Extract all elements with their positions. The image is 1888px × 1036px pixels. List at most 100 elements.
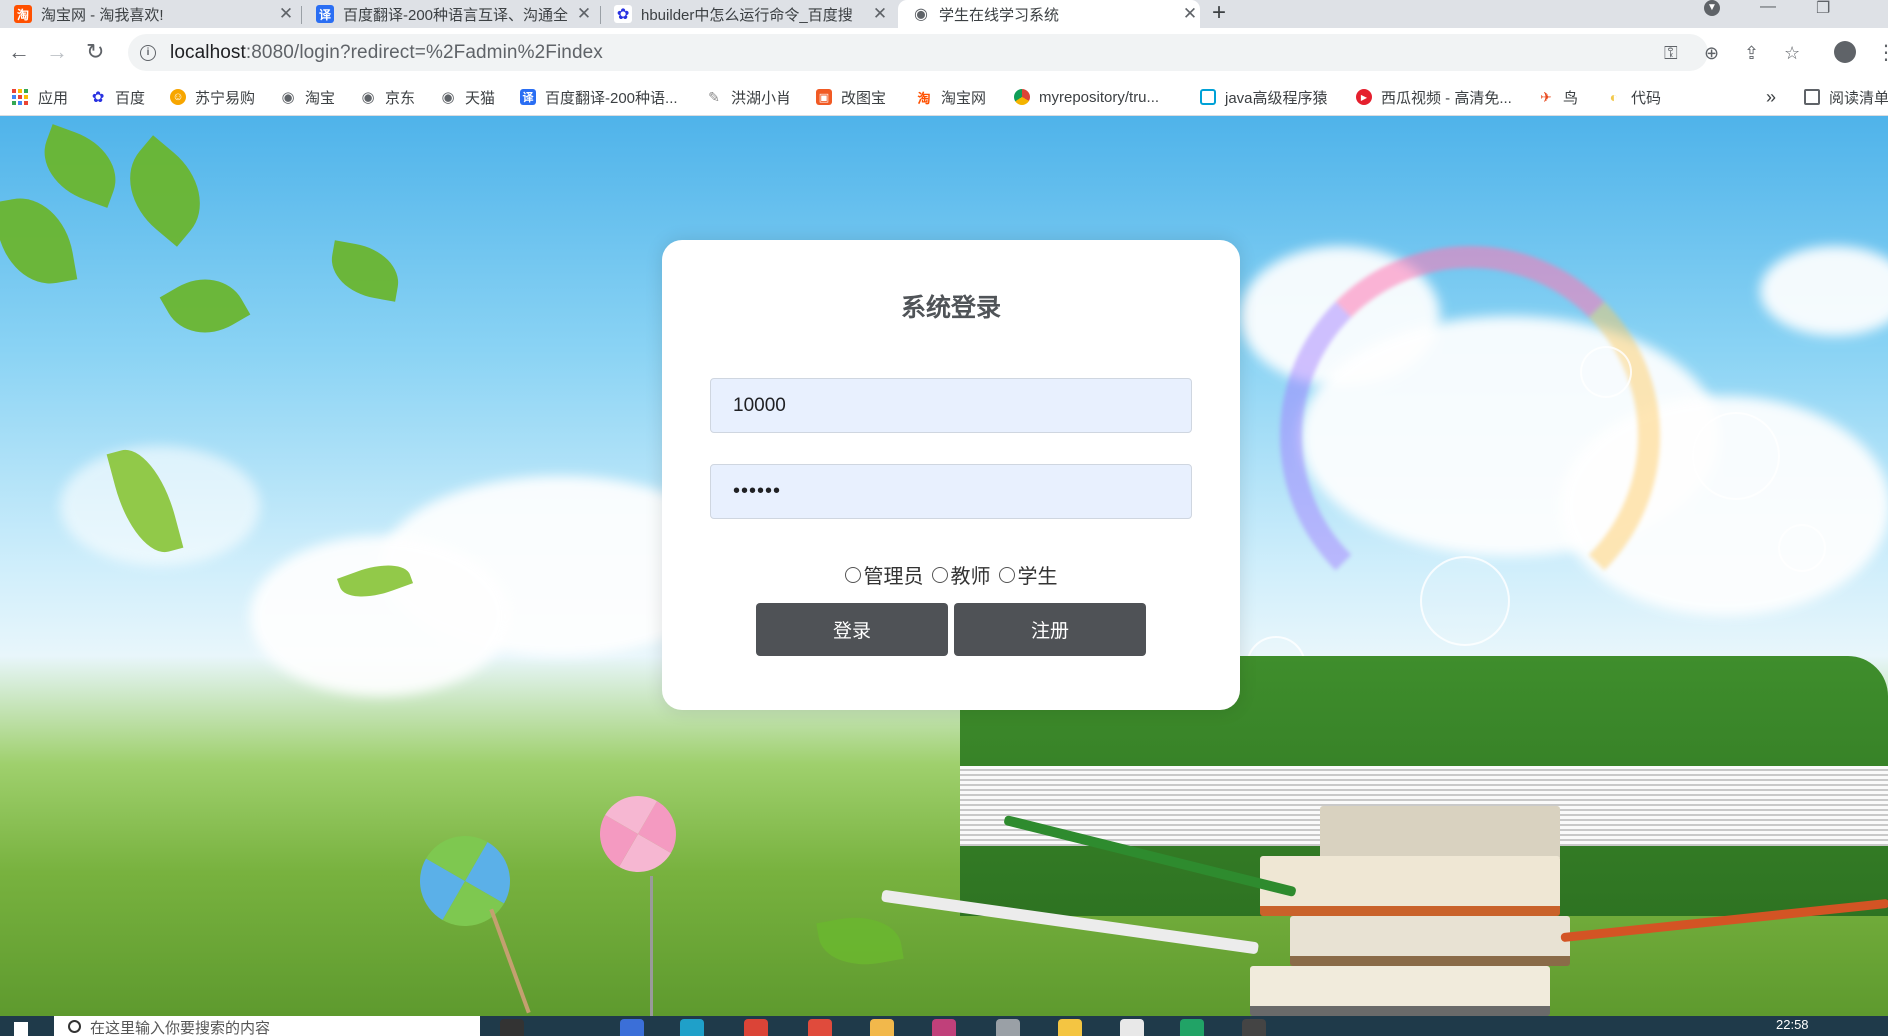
new-tab-button[interactable]: + (1212, 0, 1226, 27)
bookmark-gaitubao[interactable]: ▣ 改图宝 (816, 78, 886, 116)
username-input[interactable]: 10000 (710, 378, 1192, 433)
radio-button[interactable] (931, 566, 948, 583)
forward-button[interactable]: → (46, 40, 68, 64)
radio-button[interactable] (844, 566, 861, 583)
close-icon[interactable]: ✕ (870, 4, 890, 24)
taskbar-app-icon[interactable] (996, 1019, 1020, 1036)
tab-student-system[interactable]: ◉ 学生在线学习系统 ✕ (898, 0, 1200, 28)
browser-toolbar: ← → ↻ i localhost:8080/login?redirect=%2… (0, 28, 1888, 78)
login-card: 系统登录 10000 •••••• 管理员 教师 学生 登录 注册 (662, 240, 1240, 710)
tab-baidu-search[interactable]: ✿ hbuilder中怎么运行命令_百度搜 ✕ (614, 0, 890, 28)
tab-title: 百度翻译-200种语言互译、沟通全 (343, 6, 569, 24)
url-text[interactable]: localhost:8080/login?redirect=%2Fadmin%2… (170, 42, 603, 64)
close-icon[interactable]: ✕ (1180, 4, 1200, 24)
radio-button[interactable] (998, 566, 1015, 583)
role-admin-option[interactable]: 管理员 (844, 560, 924, 589)
tab-taobao[interactable]: 淘 淘宝网 - 淘我喜欢! ✕ (14, 0, 296, 28)
bookmark-baidu[interactable]: ✿ 百度 (90, 78, 145, 116)
taskbar-app-icon[interactable] (620, 1019, 644, 1036)
menu-icon[interactable]: ⋮ (1876, 40, 1888, 65)
bookmark-label: 京东 (385, 89, 416, 107)
folder-icon: ◐ (1609, 89, 1619, 105)
taskbar-app-icon[interactable] (1180, 1019, 1204, 1036)
role-label: 教师 (950, 566, 991, 588)
bookmark-niao[interactable]: ✈ 鸟 (1538, 78, 1578, 116)
reload-button[interactable]: ↻ (86, 40, 104, 64)
globe-icon: ◉ (361, 89, 375, 106)
register-button[interactable]: 注册 (954, 603, 1146, 656)
taskbar-app-icon[interactable] (1120, 1019, 1144, 1036)
bookmark-label: 百度 (115, 89, 146, 107)
share-icon[interactable]: ⇪ (1744, 43, 1759, 64)
bookmark-label: 代码 (1631, 89, 1662, 107)
password-input[interactable]: •••••• (710, 464, 1192, 519)
xigua-icon: ▶ (1356, 89, 1372, 105)
taskbar-app-icon[interactable] (1242, 1019, 1266, 1036)
bookmark-baidu-translate[interactable]: 译 百度翻译-200种语... (520, 78, 678, 116)
role-student-option[interactable]: 学生 (998, 560, 1058, 589)
task-view-icon[interactable] (500, 1019, 524, 1036)
minimize-button[interactable]: — (1760, 0, 1776, 16)
tab-title: 淘宝网 - 淘我喜欢! (41, 6, 164, 24)
reading-list-button[interactable]: 阅读清单 (1804, 78, 1888, 116)
taskbar-clock[interactable]: 22:58 (1776, 1017, 1809, 1032)
bookmark-label: 苏宁易购 (195, 89, 256, 107)
bookmark-honghu[interactable]: ✎ 洪湖小肖 (706, 78, 791, 116)
bookmark-java[interactable]: java高级程序猿 (1200, 78, 1328, 116)
login-title: 系统登录 (900, 294, 1001, 322)
key-icon[interactable]: ⚿ (1664, 43, 1678, 64)
chrome-icon[interactable] (744, 1019, 768, 1036)
gaitubao-icon: ▣ (816, 89, 832, 105)
bird-icon: ✎ (708, 88, 720, 105)
suning-icon: ☺ (170, 89, 186, 105)
bookmark-tmall[interactable]: ◉ 天猫 (440, 78, 495, 116)
close-icon[interactable]: ✕ (276, 4, 296, 24)
folder-icon[interactable] (870, 1019, 894, 1036)
role-teacher-option[interactable]: 教师 (931, 560, 991, 589)
close-icon[interactable]: ✕ (574, 4, 594, 24)
back-button[interactable]: ← (8, 40, 30, 64)
taskbar-app-icon[interactable] (932, 1019, 956, 1036)
search-icon (68, 1020, 81, 1033)
bookmark-jd[interactable]: ◉ 京东 (360, 78, 415, 116)
bookmark-label: 淘宝网 (941, 89, 987, 107)
baidu-translate-icon: 译 (316, 5, 334, 23)
taobao-icon: 淘 (917, 90, 931, 106)
taskbar-search-box[interactable]: 在这里输入你要搜索的内容 (54, 1016, 480, 1036)
bookmark-xigua[interactable]: ▶ 西瓜视频 - 高清免... (1356, 78, 1512, 116)
profile-avatar[interactable] (1834, 41, 1856, 63)
bookmarks-overflow-button[interactable]: » (1766, 78, 1776, 116)
search-placeholder: 在这里输入你要搜索的内容 (90, 1020, 271, 1036)
address-bar[interactable]: i localhost:8080/login?redirect=%2Fadmin… (128, 34, 1800, 71)
chrome-icon (1014, 89, 1030, 105)
bookmark-apps[interactable]: 应用 (12, 78, 68, 116)
reading-list-icon (1804, 89, 1820, 105)
login-page: 系统登录 10000 •••••• 管理员 教师 学生 登录 注册 (0, 116, 1888, 1016)
taskbar-app-icon[interactable] (808, 1019, 832, 1036)
bookmark-taobaowang[interactable]: 淘 淘宝网 (916, 78, 986, 116)
tab-search-icon[interactable]: ▼ (1704, 0, 1720, 16)
bookmark-myrepository[interactable]: myrepository/tru... (1014, 78, 1159, 116)
globe-icon: ◉ (281, 89, 295, 106)
taskbar-app-icon[interactable] (1058, 1019, 1082, 1036)
bookmark-label: java高级程序猿 (1225, 89, 1328, 107)
zoom-icon[interactable]: ⊕ (1704, 43, 1719, 64)
bookmark-star-icon[interactable]: ☆ (1784, 43, 1800, 64)
windows-start-icon[interactable] (14, 1022, 28, 1036)
bookmark-label: 西瓜视频 - 高清免... (1381, 89, 1512, 107)
restore-button[interactable]: ❐ (1816, 0, 1830, 18)
bookmark-taobao[interactable]: ◉ 淘宝 (280, 78, 335, 116)
globe-icon: ◉ (914, 6, 928, 23)
bookmark-label: 洪湖小肖 (731, 89, 792, 107)
bilibili-icon (1200, 89, 1216, 105)
bookmark-label: myrepository/tru... (1039, 88, 1160, 106)
bookmark-daima[interactable]: ◐ 代码 (1606, 78, 1661, 116)
taskbar-app-icon[interactable] (680, 1019, 704, 1036)
tab-title: 学生在线学习系统 (939, 6, 1060, 24)
reading-list-label: 阅读清单 (1829, 89, 1888, 107)
bookmark-suning[interactable]: ☺ 苏宁易购 (170, 78, 255, 116)
login-button[interactable]: 登录 (756, 603, 948, 656)
site-info-icon[interactable]: i (140, 44, 156, 61)
bookmark-label: 百度翻译-200种语... (545, 89, 678, 107)
tab-baidu-translate[interactable]: 译 百度翻译-200种语言互译、沟通全 ✕ (316, 0, 594, 28)
